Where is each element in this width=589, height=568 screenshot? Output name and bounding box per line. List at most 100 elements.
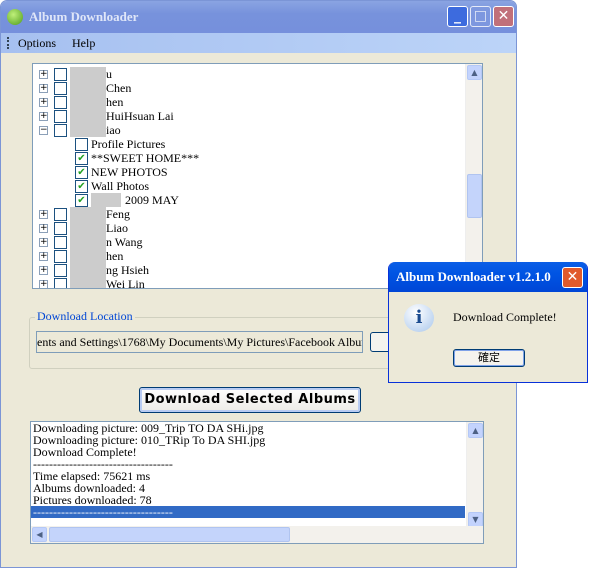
friend-name: Wei Lin (106, 276, 145, 289)
tree-friend-item[interactable]: + n Wang (39, 235, 142, 249)
close-button[interactable]: ✕ (493, 6, 514, 27)
checkbox[interactable] (54, 81, 67, 95)
tree-friend-item[interactable]: + u (39, 67, 112, 81)
checkbox[interactable] (54, 277, 67, 288)
menu-help[interactable]: Help (72, 36, 95, 51)
checkbox[interactable] (54, 95, 67, 109)
expand-icon[interactable]: + (39, 279, 48, 288)
checkbox[interactable] (54, 249, 67, 263)
tree-album-item[interactable]: ✔ 2009 MAY (75, 193, 179, 207)
friend-name: Feng (106, 206, 130, 221)
title-bar[interactable]: Album Downloader (1, 1, 516, 33)
tree-vertical-scrollbar[interactable]: ▲ ▼ (465, 64, 482, 288)
tree-friend-item[interactable]: + hen (39, 95, 123, 109)
friend-name: u (106, 66, 112, 81)
checkbox[interactable] (54, 67, 67, 81)
friend-name: HuiHsuan Lai (106, 108, 174, 123)
expand-icon[interactable]: + (39, 69, 48, 79)
dialog-message: Download Complete! (453, 310, 557, 324)
checkbox[interactable] (54, 235, 67, 249)
minimize-button[interactable]: _ (447, 6, 468, 27)
tree-friend-item[interactable]: + Feng (39, 207, 130, 221)
friend-name: hen (106, 94, 124, 109)
friend-name: Chen (106, 80, 132, 95)
log-vertical-scrollbar[interactable]: ▲ ▼ (466, 422, 483, 528)
redacted-name (70, 109, 106, 123)
redacted-name (70, 123, 106, 137)
album-tree[interactable]: ▲ ▼ +u+Chen+hen+HuiHsuan Lai−iaoProfile … (32, 63, 483, 289)
tree-album-item[interactable]: ✔ Wall Photos (75, 179, 149, 193)
expand-icon[interactable]: + (39, 83, 48, 93)
download-selected-albums-button[interactable]: Download Selected Albums (139, 387, 361, 413)
album-name: Wall Photos (91, 178, 150, 193)
tree-friend-item[interactable]: + HuiHsuan Lai (39, 109, 174, 123)
download-location-label: Download Location (35, 309, 135, 324)
redacted-name (70, 67, 106, 81)
tree-friend-item[interactable]: + ng Hsieh (39, 263, 149, 277)
window-title: Album Downloader (29, 9, 139, 24)
checkbox[interactable]: ✔ (75, 151, 88, 165)
friend-name: Liao (106, 220, 128, 235)
redacted-name (70, 277, 106, 288)
redacted-name (70, 207, 106, 221)
expand-icon[interactable]: + (39, 97, 48, 107)
album-name: Profile Pictures (91, 136, 166, 151)
tree-friend-item[interactable]: + hen (39, 249, 123, 263)
tree-friend-item[interactable]: − iao (39, 123, 121, 137)
checkbox[interactable] (54, 221, 67, 235)
dialog-ok-button[interactable]: 確定 (453, 349, 525, 367)
log-line: ----------------------------------- (31, 506, 465, 518)
expand-icon[interactable]: + (39, 209, 48, 219)
maximize-button[interactable]: □ (470, 6, 491, 27)
album-name: 2009 MAY (125, 192, 179, 207)
download-path-field[interactable]: ents and Settings\1768\My Documents\My P… (36, 331, 363, 353)
friend-name: n Wang (106, 234, 143, 249)
dialog-close-button[interactable]: ✕ (562, 267, 583, 288)
expand-icon[interactable]: + (39, 251, 48, 261)
checkbox[interactable]: ✔ (75, 179, 88, 193)
redacted-name (70, 249, 106, 263)
album-name: **SWEET HOME*** (91, 150, 200, 165)
checkbox[interactable] (54, 207, 67, 221)
info-icon: i (404, 304, 434, 332)
tree-friend-item[interactable]: + Liao (39, 221, 128, 235)
grip-icon (7, 37, 10, 49)
app-logo-icon (7, 9, 23, 25)
expand-icon[interactable]: + (39, 265, 48, 275)
expand-icon[interactable]: + (39, 111, 48, 121)
checkbox[interactable]: ✔ (75, 165, 88, 179)
checkbox[interactable] (54, 123, 67, 137)
friend-name: ng Hsieh (106, 262, 149, 277)
expand-icon[interactable]: + (39, 237, 48, 247)
menu-bar: Options Help (1, 33, 516, 53)
dialog-title: Album Downloader v1.2.1.0 (389, 262, 587, 292)
friend-name: iao (106, 122, 121, 137)
redacted-name (70, 221, 106, 235)
expand-icon[interactable]: + (39, 223, 48, 233)
checkbox[interactable] (75, 137, 88, 151)
scroll-down-button[interactable]: ▼ (468, 512, 483, 527)
checkbox[interactable] (54, 263, 67, 277)
collapse-icon[interactable]: − (39, 125, 48, 135)
tree-friend-item[interactable]: + Wei Lin (39, 276, 145, 289)
scroll-up-button[interactable]: ▲ (467, 65, 482, 80)
log-horizontal-scrollbar[interactable]: ◀ (31, 526, 483, 543)
download-complete-dialog: Album Downloader v1.2.1.0 ✕ i Download C… (388, 262, 588, 383)
scroll-thumb[interactable] (467, 174, 482, 218)
tree-album-item[interactable]: ✔ **SWEET HOME*** (75, 151, 199, 165)
tree-album-item[interactable]: Profile Pictures (75, 137, 165, 151)
album-name: NEW PHOTOS (91, 164, 168, 179)
scroll-thumb[interactable] (49, 527, 290, 542)
tree-album-item[interactable]: ✔ NEW PHOTOS (75, 165, 168, 179)
download-log[interactable]: Downloading picture: 009_Trip TO DA SHi.… (30, 421, 484, 544)
scroll-up-button[interactable]: ▲ (468, 423, 483, 438)
tree-friend-item[interactable]: + Chen (39, 81, 131, 95)
friend-name: hen (106, 248, 124, 263)
redacted-name (91, 193, 121, 207)
checkbox[interactable]: ✔ (75, 193, 88, 207)
checkbox[interactable] (54, 109, 67, 123)
scroll-left-button[interactable]: ◀ (32, 527, 47, 542)
redacted-name (70, 95, 106, 109)
menu-options[interactable]: Options (18, 36, 56, 51)
redacted-name (70, 81, 106, 95)
